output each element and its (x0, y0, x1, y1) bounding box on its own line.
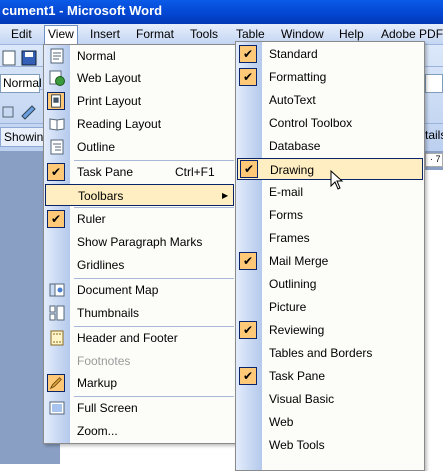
toolbar-item-reviewing[interactable]: ✔ Reviewing (236, 319, 424, 341)
menu-item-footnotes: Footnotes (77, 354, 131, 368)
toolbar-item-visual-basic[interactable]: Visual Basic (236, 388, 424, 410)
style-dropdown[interactable]: Normal (0, 74, 42, 93)
check-icon: ✔ (47, 163, 65, 181)
menu-item-document-map[interactable]: Document Map (44, 279, 235, 301)
toolbar-item-outlining[interactable]: Outlining (236, 273, 424, 295)
print-layout-icon (47, 92, 65, 110)
thumbnails-icon (49, 305, 65, 321)
show-details-label: tails (425, 128, 443, 142)
menu-item-normal[interactable]: Normal (44, 45, 235, 67)
ruler: · 7 (425, 153, 443, 167)
menu-item-full-screen[interactable]: Full Screen (44, 397, 235, 419)
toolbar-item-forms[interactable]: Forms (236, 204, 424, 226)
check-icon: ✔ (239, 252, 257, 270)
check-icon: ✔ (239, 45, 257, 63)
check-icon: ✔ (239, 321, 257, 339)
reading-layout-icon (49, 118, 65, 131)
menu-item-thumbnails[interactable]: Thumbnails (44, 302, 235, 324)
menu-item-task-pane[interactable]: ✔ Task Pane Ctrl+F1 (44, 161, 235, 183)
menu-item-gridlines[interactable]: Gridlines (44, 254, 235, 276)
menu-item-outline[interactable]: Outline (44, 136, 235, 158)
window-title: cument1 - Microsoft Word (2, 3, 163, 18)
toolbar-item-database[interactable]: Database (236, 135, 424, 157)
check-icon: ✔ (239, 367, 257, 385)
toolbar-item-control-toolbox[interactable]: Control Toolbox (236, 112, 424, 134)
menu-item-zoom[interactable]: Zoom... (44, 420, 235, 442)
menu-item-web-layout[interactable]: Web Layout (44, 67, 235, 89)
menu-format[interactable]: Format (133, 26, 177, 43)
check-icon: ✔ (240, 160, 258, 178)
toolbar-item-picture[interactable]: Picture (236, 296, 424, 318)
document-page-right[interactable] (425, 170, 443, 464)
menu-edit[interactable]: Edit (8, 26, 35, 43)
title-bar: cument1 - Microsoft Word (0, 0, 443, 24)
full-screen-icon (49, 401, 65, 415)
mouse-cursor-icon (330, 170, 344, 190)
menu-tools[interactable]: Tools (187, 26, 221, 43)
menu-item-print-layout[interactable]: Print Layout (44, 90, 235, 112)
toolbar-item-task-pane[interactable]: ✔ Task Pane (236, 365, 424, 387)
menu-item-markup[interactable]: Markup (44, 372, 235, 394)
toolbar-item-formatting[interactable]: ✔ Formatting (236, 66, 424, 88)
toolbar-item-tables-and-borders[interactable]: Tables and Borders (236, 342, 424, 364)
toolbars-submenu: ✔ Standard ✔ Formatting AutoText Control… (235, 41, 425, 471)
menu-item-header-and-footer[interactable]: Header and Footer (44, 327, 235, 349)
showing-dropdown[interactable]: Showin (0, 127, 44, 147)
font-dropdown-edge[interactable] (425, 74, 443, 93)
toolbar-item-mail-merge[interactable]: ✔ Mail Merge (236, 250, 424, 272)
toolbar-item-frames[interactable]: Frames (236, 227, 424, 249)
toolbar-item-standard[interactable]: ✔ Standard (236, 43, 424, 65)
menu-view[interactable]: View (44, 25, 78, 45)
toolbar-item-autotext[interactable]: AutoText (236, 89, 424, 111)
task-pane-shortcut: Ctrl+F1 (175, 165, 215, 179)
menu-item-toolbars[interactable]: Toolbars ▶ (45, 184, 234, 206)
menu-item-reading-layout[interactable]: Reading Layout (44, 113, 235, 135)
menu-item-ruler[interactable]: ✔ Ruler (44, 208, 235, 230)
view-menu: Normal Web Layout Print Layout Reading L… (43, 44, 236, 444)
normal-view-icon (50, 48, 64, 64)
toolbar-icons[interactable] (2, 104, 38, 120)
document-map-icon (49, 283, 65, 297)
outline-view-icon (50, 139, 64, 155)
menu-insert[interactable]: Insert (87, 26, 123, 43)
toolbar-item-web-tools[interactable]: Web Tools (236, 434, 424, 456)
submenu-arrow-icon: ▶ (222, 191, 229, 200)
check-icon: ✔ (47, 210, 65, 228)
new-save-icon[interactable] (2, 50, 38, 66)
check-icon: ✔ (239, 68, 257, 86)
markup-icon (47, 374, 65, 392)
header-footer-icon (50, 330, 64, 346)
web-layout-icon (49, 70, 65, 86)
menu-item-show-paragraph-marks[interactable]: Show Paragraph Marks (44, 231, 235, 253)
toolbar-item-web[interactable]: Web (236, 411, 424, 433)
